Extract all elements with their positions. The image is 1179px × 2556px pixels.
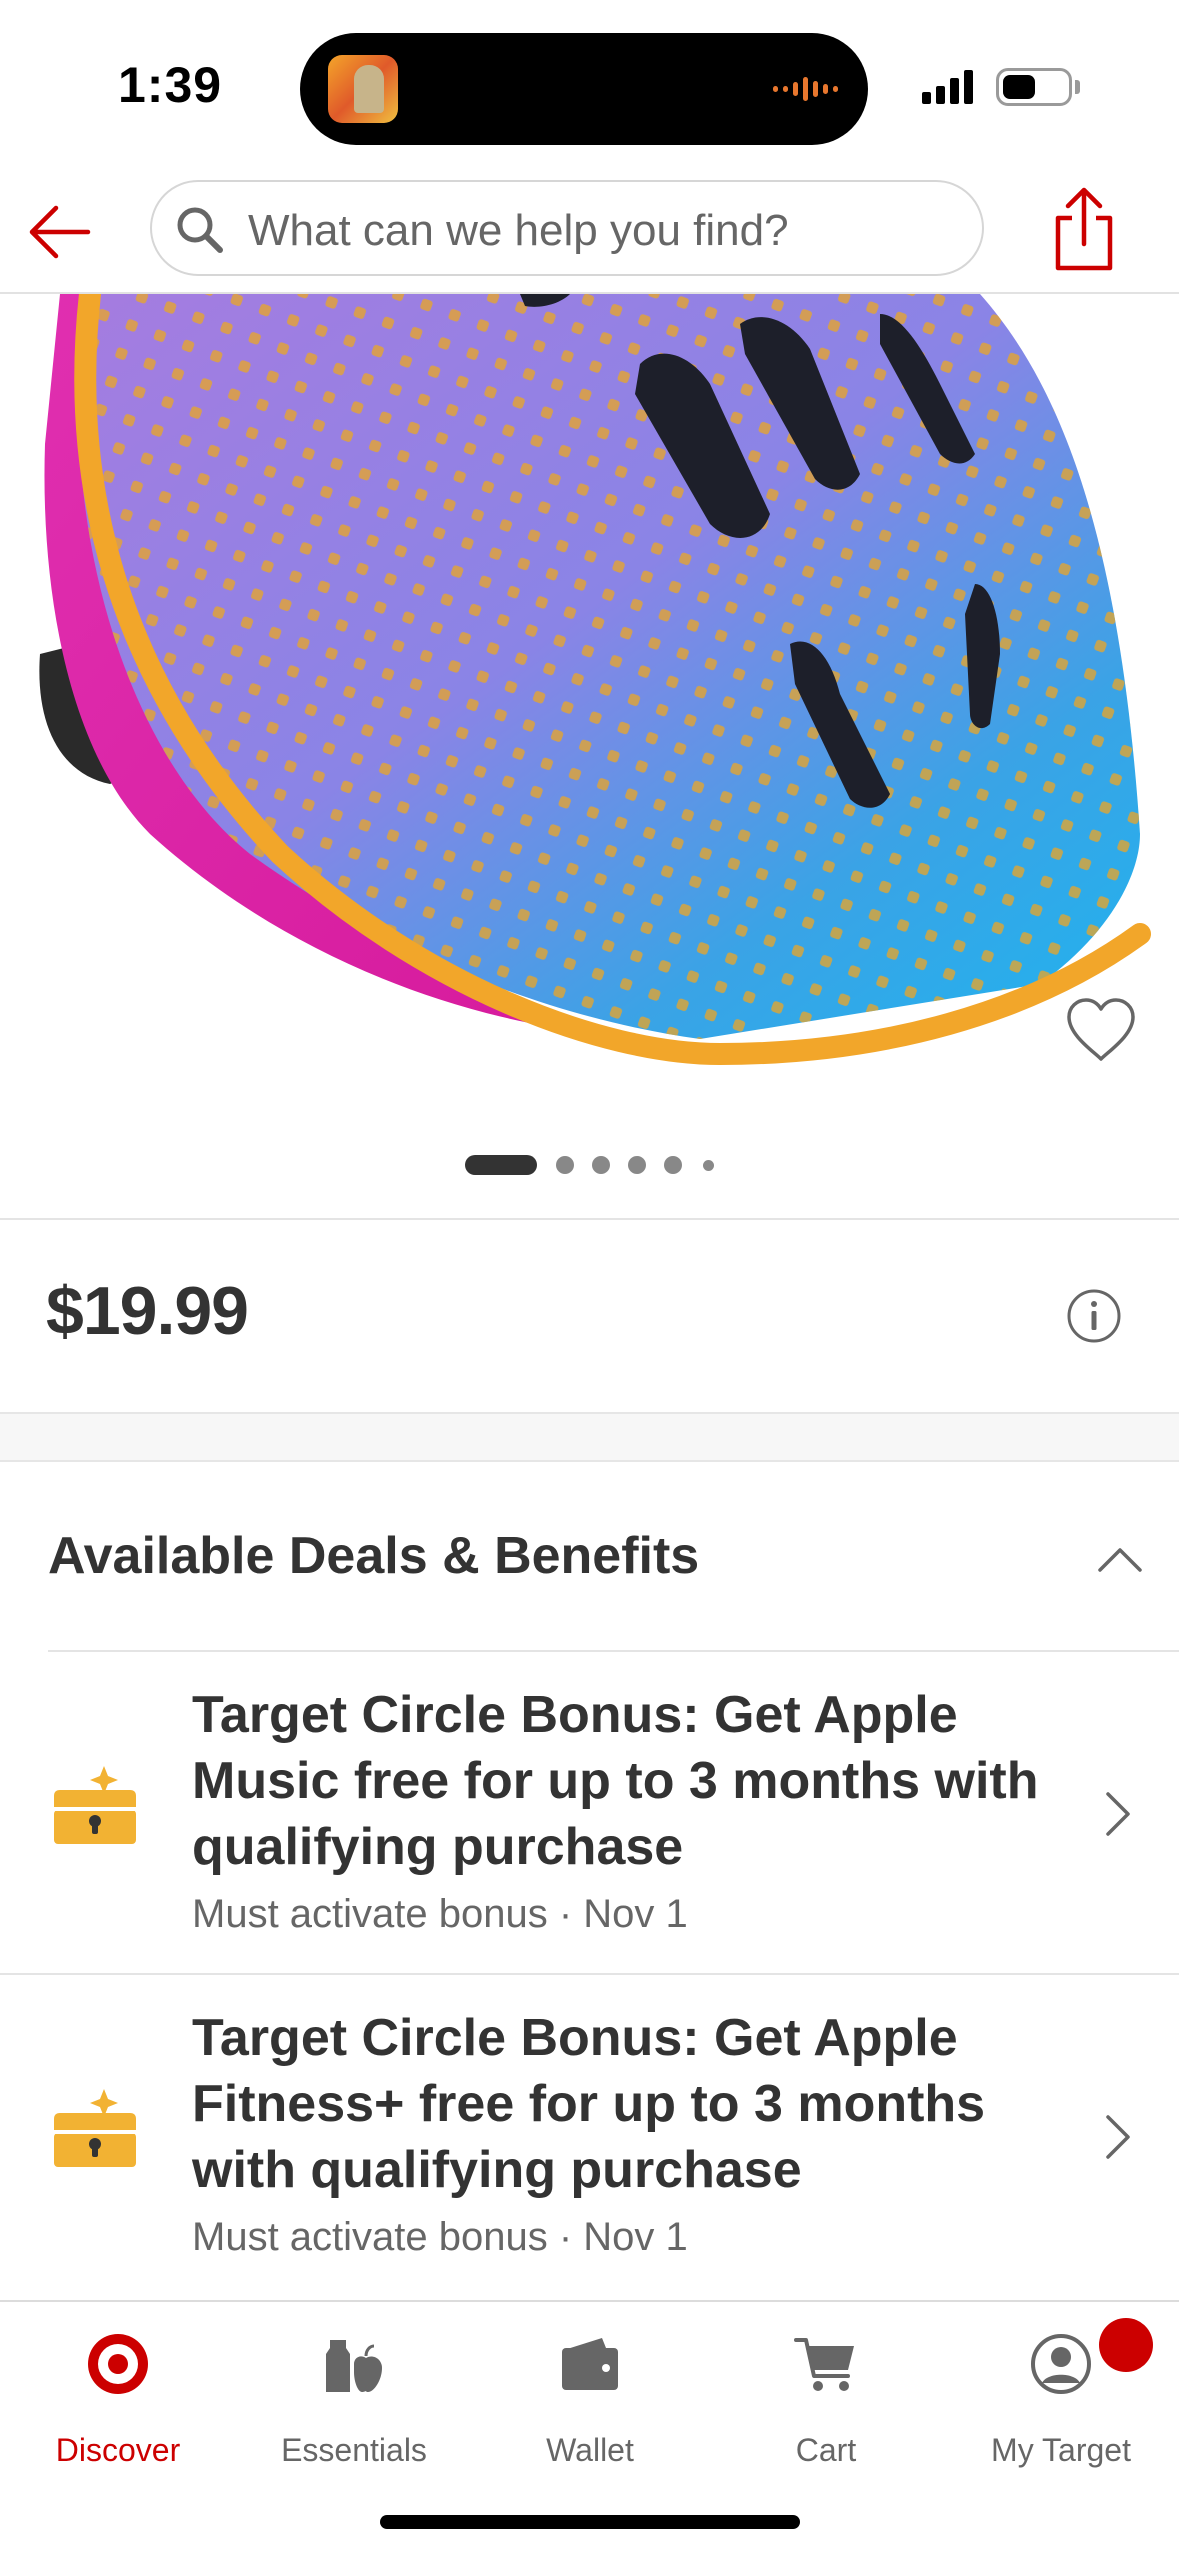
search-icon (172, 202, 228, 258)
now-playing-artwork (328, 55, 398, 123)
nav-discover[interactable]: Discover (0, 2302, 236, 2502)
dynamic-island[interactable] (300, 33, 868, 145)
carousel-dot[interactable] (556, 1156, 574, 1174)
image-carousel-indicator[interactable] (0, 1152, 1179, 1176)
chevron-up-icon[interactable] (1092, 1536, 1148, 1580)
back-arrow-icon[interactable] (20, 192, 100, 272)
cart-icon (792, 2330, 860, 2398)
carousel-dot-active[interactable] (465, 1155, 537, 1175)
nav-label: Cart (795, 2432, 857, 2468)
nav-cart[interactable]: Cart (708, 2302, 944, 2502)
share-icon[interactable] (1048, 184, 1120, 274)
nav-label: Essentials (281, 2432, 427, 2468)
nav-my-target[interactable]: My Target (943, 2302, 1179, 2502)
essentials-icon (320, 2330, 388, 2398)
info-icon[interactable] (1066, 1288, 1122, 1344)
deal-title: Target Circle Bonus: Get Apple Fitness+ … (192, 2009, 986, 2199)
deals-section-title: Available Deals & Benefits (48, 1527, 700, 1585)
search-placeholder: What can we help you find? (248, 206, 789, 255)
carousel-dot[interactable] (592, 1156, 610, 1174)
nav-label: Discover (55, 2432, 181, 2468)
top-header: What can we help you find? (0, 170, 1179, 294)
status-bar: 1:39 (0, 0, 1179, 170)
treasure-chest-icon (50, 2085, 140, 2175)
product-price: $19.99 (46, 1273, 249, 1349)
notification-badge (1099, 2318, 1153, 2372)
cellular-signal-icon (922, 68, 973, 104)
nav-essentials[interactable]: Essentials (236, 2302, 472, 2502)
carousel-dot[interactable] (664, 1156, 682, 1174)
home-indicator[interactable] (380, 2515, 800, 2529)
nav-label: Wallet (546, 2432, 634, 2468)
deal-subtitle: Must activate bonus · Nov 1 (192, 1892, 688, 1936)
search-input[interactable]: What can we help you find? (150, 180, 984, 276)
battery-icon (996, 68, 1072, 106)
audio-waveform-icon (773, 75, 838, 103)
deal-item[interactable]: Target Circle Bonus: Get Apple Fitness+ … (0, 1975, 1179, 2295)
deal-title: Target Circle Bonus: Get Apple Music fre… (192, 1686, 1039, 1876)
carousel-dot[interactable] (703, 1160, 714, 1171)
divider (0, 1218, 1179, 1220)
nav-wallet[interactable]: Wallet (472, 2302, 708, 2502)
chevron-right-icon (1098, 2109, 1138, 2165)
chevron-right-icon (1098, 1786, 1138, 1842)
favorite-heart-icon[interactable] (1063, 995, 1139, 1065)
account-icon (1027, 2330, 1095, 2398)
wallet-icon (556, 2330, 624, 2398)
target-bullseye-icon (84, 2330, 152, 2398)
nav-label: My Target (991, 2432, 1131, 2468)
treasure-chest-icon (50, 1762, 140, 1852)
section-separator (0, 1412, 1179, 1462)
carousel-dot[interactable] (628, 1156, 646, 1174)
status-time: 1:39 (118, 57, 223, 113)
product-image[interactable] (0, 294, 1179, 1094)
deal-subtitle: Must activate bonus · Nov 1 (192, 2215, 688, 2259)
deal-item[interactable]: Target Circle Bonus: Get Apple Music fre… (0, 1652, 1179, 1972)
